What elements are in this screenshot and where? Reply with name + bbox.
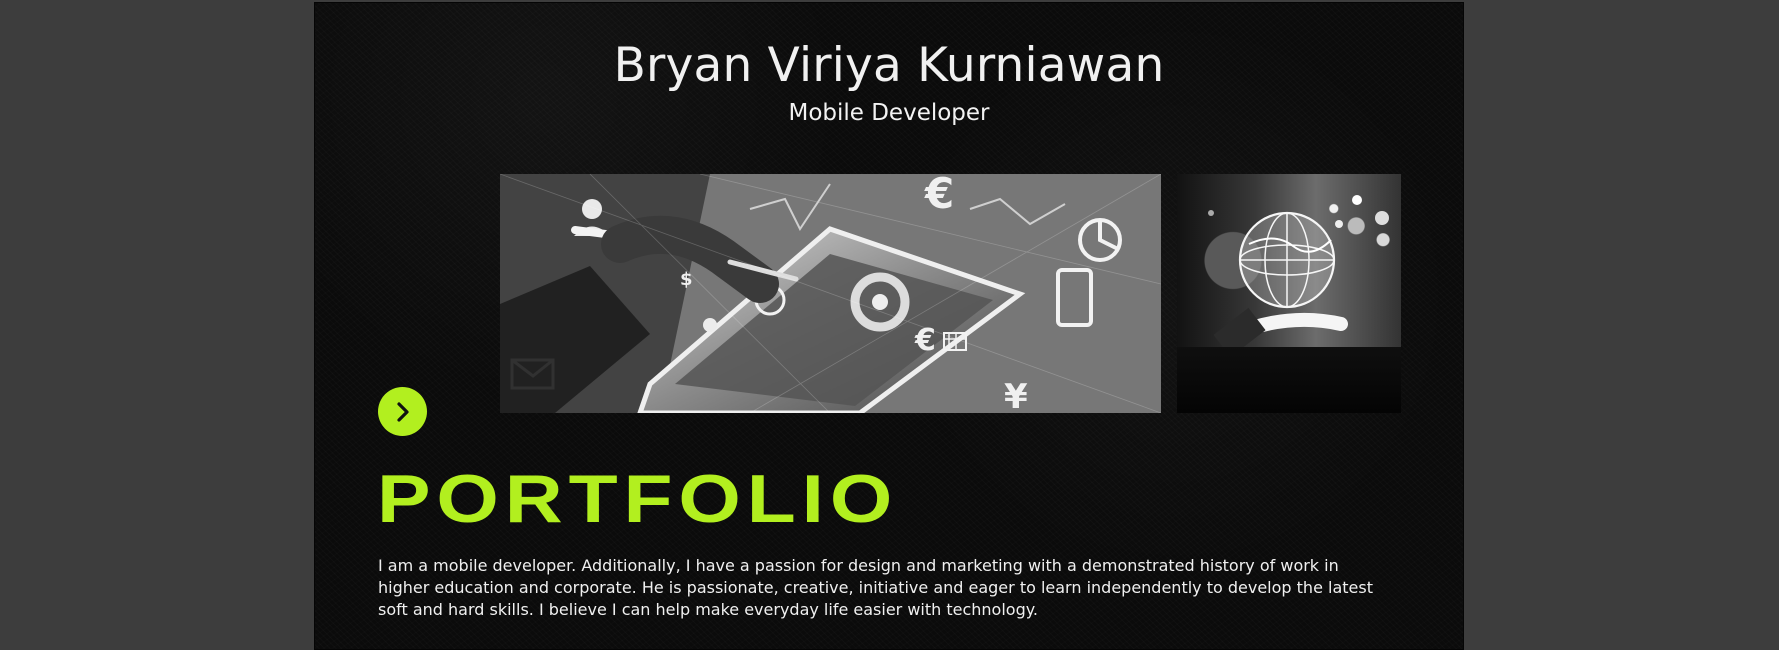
globe-image-shadow [1177,347,1401,413]
next-button[interactable] [378,387,427,436]
bio-text: I am a mobile developer. Additionally, I… [378,556,1373,619]
digital-globe-image [1177,174,1401,347]
profile-name: Bryan Viriya Kurniawan [613,38,1165,93]
profile-role: Mobile Developer [788,100,990,126]
portfolio-heading: PORTFOLIO [377,461,899,537]
svg-text:¥: ¥ [1004,377,1028,413]
svg-text:$: $ [680,269,693,290]
chevron-right-icon [396,401,409,422]
svg-text:€: € [924,174,954,218]
portfolio-page: Bryan Viriya Kurniawan Mobile Developer [314,2,1464,650]
svg-text:€: € [914,323,936,358]
technology-hero-image: € € ¥ $ [500,174,1161,413]
